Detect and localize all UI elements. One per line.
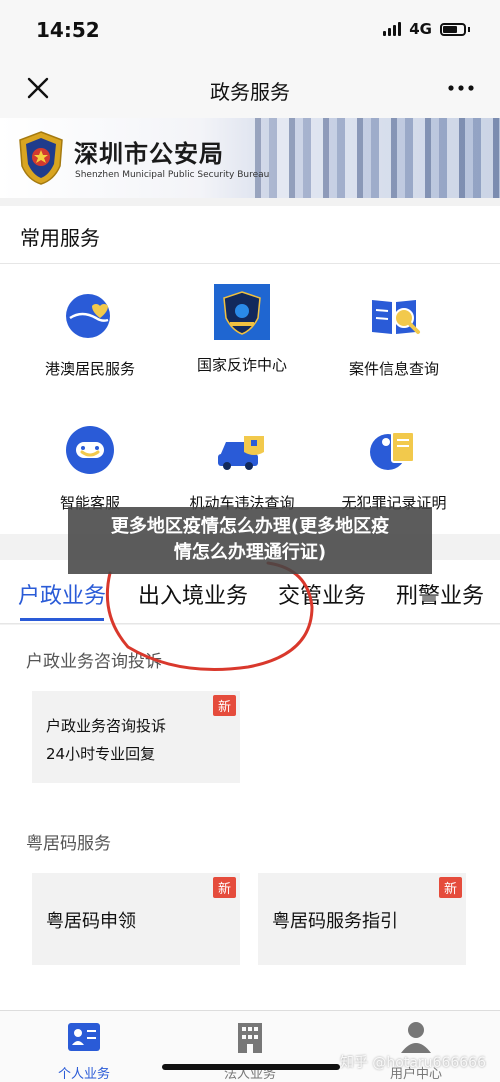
common-services-header: 常用服务 — [0, 206, 500, 264]
banner-org-name-en: Shenzhen Municipal Public Security Burea… — [75, 170, 270, 180]
card-household-consult[interactable]: 新 户政业务咨询投诉 24小时专业回复 — [32, 691, 240, 783]
police-emblem-icon — [19, 131, 63, 185]
tab-content: 户政业务咨询投诉 新 户政业务咨询投诉 24小时专业回复 粤居码服务 新 粤居码… — [0, 625, 500, 1010]
card-subtitle: 24小时专业回复 — [46, 745, 156, 763]
card-title: 粤居码服务指引 — [272, 911, 398, 932]
card-title: 粤居码申领 — [46, 911, 136, 932]
tab-criminal[interactable]: 刑警业务 — [396, 578, 484, 610]
building-icon — [238, 1023, 262, 1053]
bottom-nav-label: 个人业务 — [57, 1067, 110, 1082]
new-badge: 新 — [212, 877, 236, 898]
home-indicator — [162, 1064, 340, 1070]
bottom-nav-user-center[interactable]: 用户中心 — [356, 1019, 476, 1082]
person-card-icon — [68, 1023, 100, 1051]
tab-traffic[interactable]: 交管业务 — [278, 578, 366, 610]
service-vehicle-violation[interactable]: 机动车违法查询 — [162, 422, 322, 513]
overlay-line-1: 更多地区疫情怎么办理(更多地区疫 — [110, 516, 390, 537]
banner-org-name: 深圳市公安局 — [74, 140, 224, 168]
service-label: 案件信息查询 — [348, 360, 439, 378]
anti-fraud-badge-icon — [214, 284, 270, 340]
globe-heart-icon — [66, 294, 110, 338]
bottom-nav-personal[interactable]: 个人业务 — [24, 1019, 144, 1082]
status-indicators: 4G — [383, 20, 470, 38]
case-search-icon — [372, 300, 420, 334]
tab-exit-entry[interactable]: 出入境业务 — [138, 578, 248, 610]
bottom-nav-legal-entity[interactable]: 法人业务 — [190, 1019, 310, 1082]
service-no-criminal-record[interactable]: 无犯罪记录证明 — [314, 422, 474, 513]
service-case-query[interactable]: 案件信息查询 — [314, 288, 474, 379]
customer-service-icon — [66, 426, 114, 474]
battery-icon — [440, 22, 466, 36]
active-tab-indicator — [20, 618, 104, 621]
card-title: 户政业务咨询投诉 — [46, 717, 167, 735]
tab-household[interactable]: 户政业务 — [18, 578, 106, 610]
record-certificate-icon — [370, 431, 415, 470]
status-time: 14:52 — [36, 18, 100, 42]
nav-bar: 政务服务 — [0, 58, 500, 118]
more-icon[interactable] — [446, 78, 476, 98]
service-label: 港澳居民服务 — [44, 360, 135, 378]
services-grid: 港澳居民服务 国家反诈中心 案件信息查询 智能客服 机动车违法查询 无犯罪记录证… — [0, 264, 500, 534]
banner: 深圳市公安局 Shenzhen Municipal Public Securit… — [0, 118, 500, 198]
article-title-overlay: 更多地区疫情怎么办理(更多地区疫 情怎么办理通行证) — [68, 507, 432, 574]
signal-icon — [383, 22, 402, 36]
card-yuejuma-apply[interactable]: 新 粤居码申领 — [32, 873, 240, 965]
new-badge: 新 — [438, 877, 462, 898]
group-title-household: 户政业务咨询投诉 — [26, 652, 162, 672]
new-badge: 新 — [212, 695, 236, 716]
watermark: 知乎 @hotaru666666 — [339, 1055, 486, 1071]
overlay-line-2: 情怎么办理通行证) — [173, 542, 327, 563]
status-bar: 14:52 4G — [0, 0, 500, 58]
page-title: 政务服务 — [210, 80, 290, 104]
network-type: 4G — [409, 20, 432, 38]
battery-tip — [468, 26, 470, 32]
card-yuejuma-guide[interactable]: 新 粤居码服务指引 — [258, 873, 466, 965]
service-anti-fraud[interactable]: 国家反诈中心 — [162, 284, 322, 375]
service-hk-macau-residents[interactable]: 港澳居民服务 — [10, 288, 170, 379]
vehicle-violation-icon — [218, 436, 264, 470]
section-title: 常用服务 — [20, 226, 100, 250]
banner-photo — [255, 118, 500, 198]
service-label: 国家反诈中心 — [196, 356, 287, 374]
service-smart-support[interactable]: 智能客服 — [10, 422, 170, 513]
user-icon — [401, 1022, 431, 1053]
group-title-yuejuma: 粤居码服务 — [26, 834, 111, 854]
